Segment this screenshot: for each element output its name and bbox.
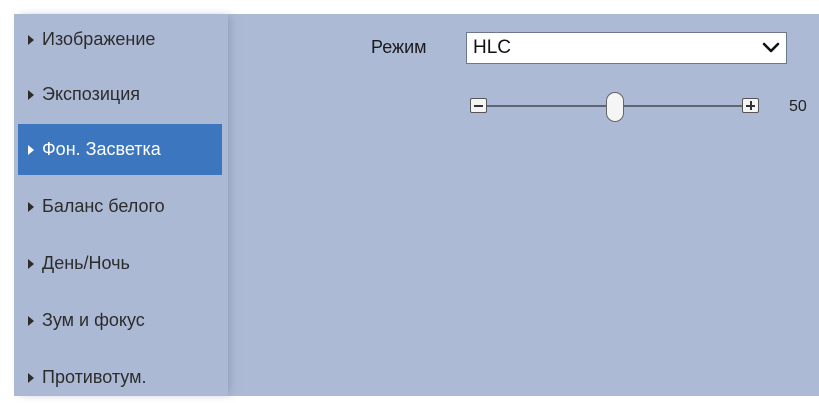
sidebar-item-zoom-focus[interactable]: Зум и фокус	[18, 295, 222, 346]
sidebar-item-backlight[interactable]: Фон. Засветка	[18, 124, 222, 175]
chevron-down-icon	[762, 42, 780, 53]
sidebar-item-label: Зум и фокус	[42, 310, 145, 330]
settings-panel: Изображение Экспозиция Фон. Засветка Бал…	[14, 14, 819, 396]
decrease-button[interactable]	[470, 98, 487, 113]
sidebar-item-defog[interactable]: Противотум.	[18, 352, 222, 403]
slider-thumb[interactable]	[605, 92, 624, 122]
sidebar-item-white-balance[interactable]: Баланс белого	[18, 181, 222, 232]
sidebar-item-label: День/Ночь	[42, 253, 130, 273]
triangle-right-icon	[28, 201, 34, 212]
triangle-right-icon	[28, 258, 34, 269]
mode-select[interactable]: HLC	[466, 32, 787, 64]
sidebar-item-image[interactable]: Изображение	[18, 14, 222, 65]
sidebar-item-exposure[interactable]: Экспозиция	[18, 69, 222, 120]
sidebar: Изображение Экспозиция Фон. Засветка Бал…	[14, 14, 228, 396]
triangle-right-icon	[28, 372, 34, 383]
triangle-right-icon	[28, 144, 34, 155]
mode-select-value: HLC	[473, 37, 512, 58]
sidebar-item-label: Фон. Засветка	[42, 139, 161, 159]
level-slider[interactable]	[470, 92, 782, 122]
sidebar-item-label: Противотум.	[42, 367, 147, 387]
triangle-right-icon	[28, 315, 34, 326]
sidebar-item-label: Изображение	[42, 29, 156, 49]
triangle-right-icon	[28, 34, 34, 45]
sidebar-item-label: Баланс белого	[42, 196, 165, 216]
triangle-right-icon	[28, 89, 34, 100]
slider-value: 50	[789, 98, 807, 115]
increase-button[interactable]	[742, 98, 759, 113]
sidebar-item-label: Экспозиция	[42, 84, 140, 104]
mode-label: Режим	[371, 37, 427, 57]
minus-icon	[474, 105, 483, 107]
sidebar-item-day-night[interactable]: День/Ночь	[18, 238, 222, 289]
